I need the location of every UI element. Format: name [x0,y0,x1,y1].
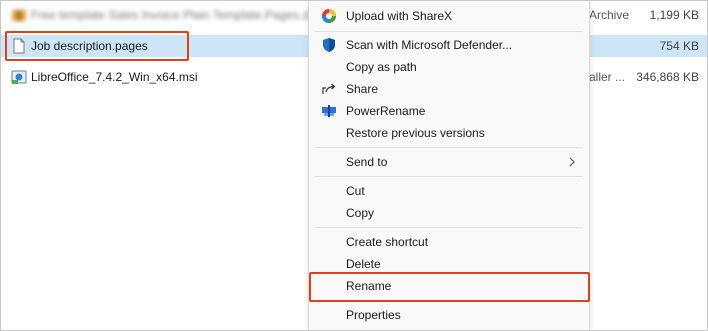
menu-item-label: Upload with ShareX [346,9,453,23]
menu-separator [315,176,583,177]
menu-item-label: Share [346,82,379,96]
menu-item-copy-as-path[interactable]: Copy as path [309,56,589,78]
file-type: aller ... [589,70,626,84]
menu-item-label: Copy [346,206,375,220]
menu-separator [315,31,583,32]
menu-item-copy[interactable]: Copy [309,202,589,224]
chevron-right-icon [569,157,575,167]
menu-item-share[interactable]: Share [309,78,589,100]
sharex-icon [322,9,336,23]
menu-item-label: Properties [346,308,401,322]
file-size: 346,868 KB [636,70,699,84]
installer-icon [11,70,27,84]
menu-item-properties[interactable]: Properties [309,304,589,326]
share-icon [322,83,336,94]
menu-item-label: PowerRename [346,104,426,118]
menu-item-label: Create shortcut [346,235,429,249]
menu-item-cut[interactable]: Cut [309,180,589,202]
file-explorer-window: Free template Sales Invoice Plain Templa… [0,0,708,331]
menu-item-label: Delete [346,257,381,271]
menu-item-restore-versions[interactable]: Restore previous versions [309,122,589,144]
file-name: LibreOffice_7.4.2_Win_x64.msi [31,70,198,84]
file-name: Job description.pages [31,39,148,53]
menu-item-create-shortcut[interactable]: Create shortcut [309,231,589,253]
archive-icon [12,10,26,21]
file-size: 1,199 KB [649,8,699,22]
menu-item-label: Scan with Microsoft Defender... [346,38,513,52]
power-rename-icon [322,105,336,117]
menu-item-label: Rename [346,279,392,293]
menu-separator [315,227,583,228]
shield-icon [323,38,335,52]
menu-item-label: Copy as path [346,60,417,74]
file-name: Free template Sales Invoice Plain Templa… [31,8,318,22]
menu-separator [315,300,583,301]
document-icon [13,38,25,54]
menu-item-delete[interactable]: Delete [309,253,589,275]
menu-item-label: Restore previous versions [346,126,485,140]
menu-item-scan-defender[interactable]: Scan with Microsoft Defender... [309,34,589,56]
menu-item-rename[interactable]: Rename [309,275,589,297]
menu-item-power-rename[interactable]: PowerRename [309,100,589,122]
menu-item-label: Send to [346,155,388,169]
menu-item-send-to[interactable]: Send to [309,151,589,173]
menu-item-upload-sharex[interactable]: Upload with ShareX [309,5,589,27]
menu-item-label: Cut [346,184,365,198]
context-menu: Upload with ShareX Scan with Microsoft D… [308,1,590,330]
file-type: Archive [589,8,630,22]
menu-separator [315,147,583,148]
file-size: 754 KB [659,39,699,53]
